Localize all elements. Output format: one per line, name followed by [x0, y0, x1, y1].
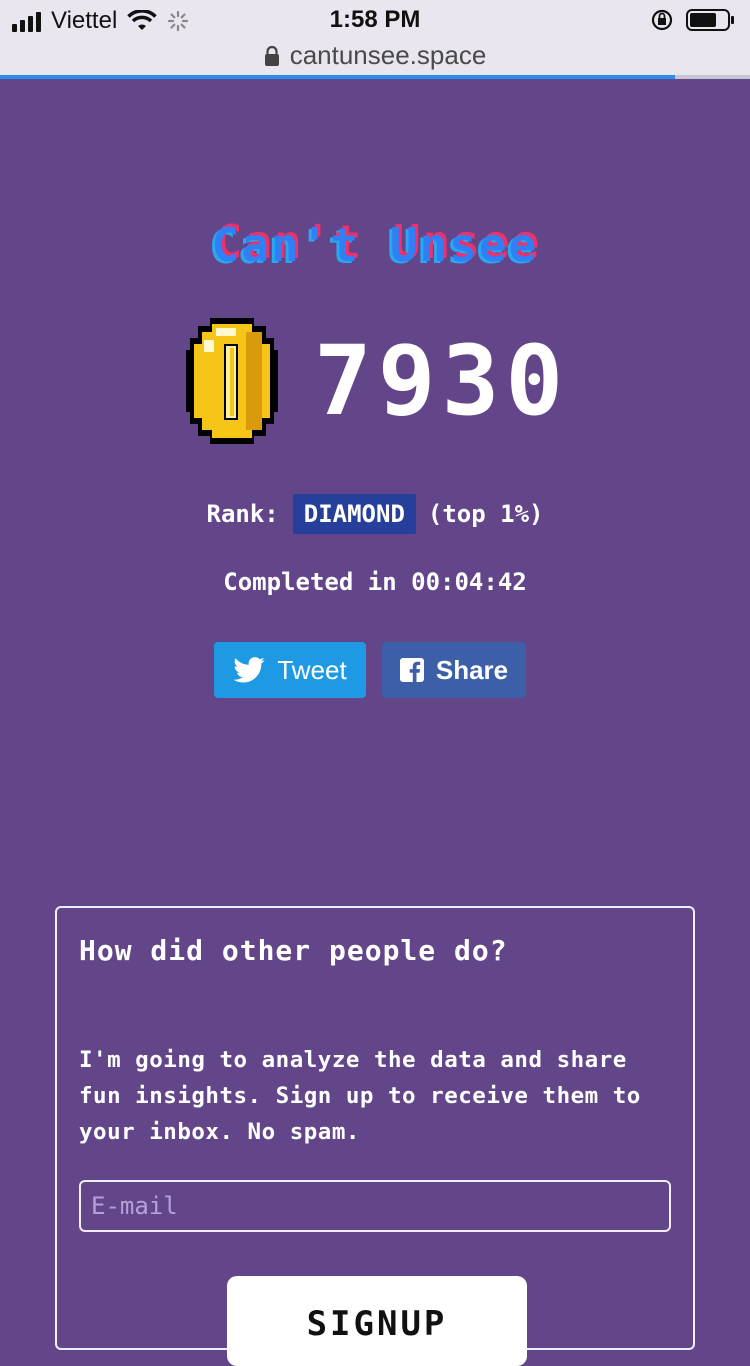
signup-card: How did other people do? I'm going to an…	[55, 906, 695, 1366]
url-text[interactable]: cantunsee.space	[290, 40, 487, 71]
signup-heading: How did other people do?	[79, 934, 508, 967]
rank-note: (top 1%)	[427, 500, 544, 528]
tweet-button[interactable]: Tweet	[214, 642, 366, 698]
rank-label: Rank:	[206, 500, 279, 528]
status-bar: Viettel 1:58 PM cantunsee.space	[0, 0, 750, 79]
signup-button[interactable]: SIGNUP	[227, 1276, 527, 1366]
page-load-progress-fill	[0, 75, 675, 79]
twitter-bird-icon	[233, 657, 265, 683]
signup-description: I'm going to analyze the data and share …	[79, 1047, 641, 1145]
padlock-icon	[264, 45, 279, 66]
rotation-lock-icon	[651, 9, 673, 31]
facebook-share-button[interactable]: Share	[382, 642, 526, 698]
rank-row: Rank: DIAMOND (top 1%)	[0, 494, 750, 534]
tweet-label: Tweet	[277, 654, 347, 685]
completion-time: Completed in 00:04:42	[223, 568, 527, 596]
status-time: 1:58 PM	[329, 6, 421, 33]
address-bar[interactable]: cantunsee.space	[0, 40, 750, 71]
page-load-progress	[0, 75, 750, 79]
game-title: Can't Unsee	[211, 218, 539, 272]
battery-icon	[686, 9, 734, 31]
email-field[interactable]	[79, 1180, 671, 1232]
share-label: Share	[435, 654, 509, 685]
score-row: 7930	[186, 318, 569, 444]
status-right	[650, 8, 736, 32]
score-value: 7930	[314, 325, 570, 437]
rank-badge: DIAMOND	[292, 494, 416, 534]
coin-icon	[186, 318, 278, 444]
facebook-icon	[399, 658, 424, 682]
